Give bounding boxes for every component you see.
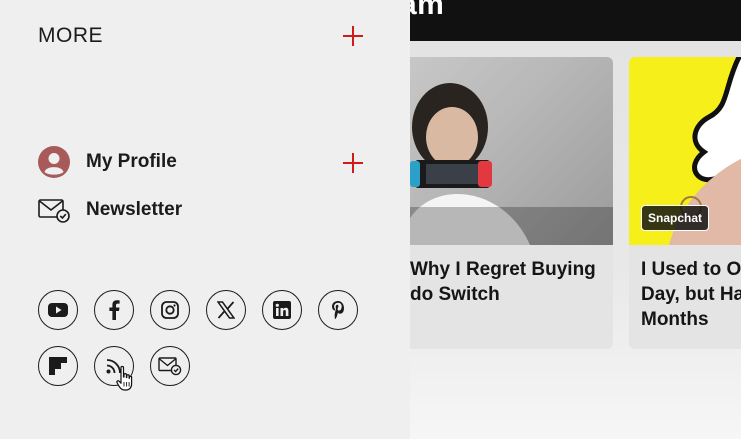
linkedin-icon: [273, 301, 291, 319]
side-menu: MORE My Profile Newsletter: [0, 0, 410, 439]
x-icon: [217, 301, 235, 319]
flipboard-link[interactable]: [38, 346, 78, 386]
instagram-icon: [161, 301, 179, 319]
newsletter-icon: [38, 194, 70, 226]
more-section-label: MORE: [38, 24, 103, 47]
article-card[interactable]: Snapchat I Used to Op Day, but Ha Months: [629, 57, 741, 349]
newsletter-label: Newsletter: [86, 199, 183, 220]
facebook-icon: [109, 300, 120, 320]
newsletter-social-link[interactable]: [150, 346, 190, 386]
newsletter-item[interactable]: Newsletter: [38, 194, 182, 226]
x-twitter-link[interactable]: [206, 290, 246, 330]
rss-link[interactable]: [94, 346, 134, 386]
youtube-icon: [48, 303, 68, 317]
newsletter-icon: [158, 357, 182, 376]
youtube-link[interactable]: [38, 290, 78, 330]
rss-icon: [106, 359, 121, 374]
article-title[interactable]: I Used to Op Day, but Ha Months: [641, 257, 741, 332]
my-profile-label: My Profile: [86, 151, 177, 172]
my-profile-item[interactable]: My Profile: [38, 146, 177, 178]
linkedin-link[interactable]: [262, 290, 302, 330]
article-title[interactable]: Why I Regret Buying do Switch: [410, 257, 610, 307]
pinterest-icon: [332, 301, 344, 319]
user-icon: [38, 146, 70, 178]
instagram-link[interactable]: [150, 290, 190, 330]
category-badge[interactable]: Snapchat: [641, 205, 710, 231]
flipboard-icon: [49, 357, 67, 375]
profile-expand-plus-icon[interactable]: [342, 152, 364, 174]
facebook-link[interactable]: [94, 290, 134, 330]
pinterest-link[interactable]: [318, 290, 358, 330]
more-expand-plus-icon[interactable]: [342, 25, 364, 47]
